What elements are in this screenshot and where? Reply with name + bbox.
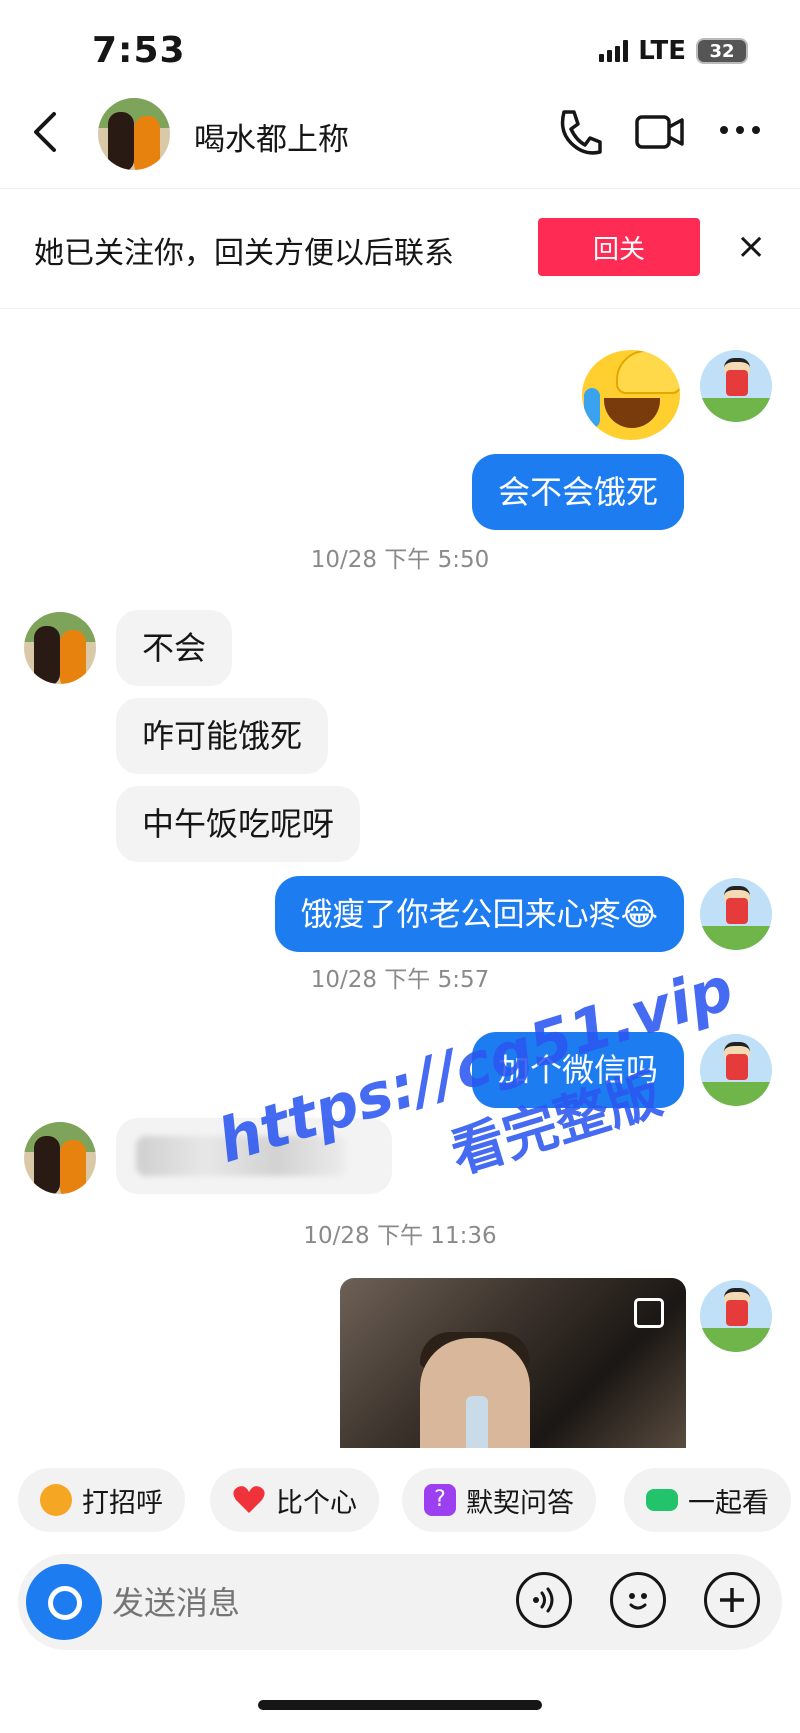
more-options-icon[interactable] bbox=[718, 124, 762, 136]
contact-name[interactable]: 喝水都上称 bbox=[194, 114, 349, 159]
my-avatar[interactable] bbox=[700, 878, 772, 950]
shared-video-thumbnail[interactable] bbox=[340, 1278, 686, 1448]
status-time: 7:53 bbox=[92, 30, 186, 71]
quick-action-label: 一起看 bbox=[688, 1487, 769, 1519]
heart-icon bbox=[233, 1486, 265, 1513]
sofa-icon bbox=[646, 1489, 678, 1511]
message-timestamp: 10/28 下午 5:50 bbox=[310, 547, 490, 573]
battery-icon: 32 bbox=[696, 38, 748, 64]
message-timestamp: 10/28 下午 11:36 bbox=[303, 1223, 497, 1249]
message-input[interactable] bbox=[110, 1578, 474, 1628]
smiley-icon bbox=[629, 1593, 647, 1610]
quick-action-label: 比个心 bbox=[276, 1487, 357, 1519]
quick-action-label: 默契问答 bbox=[466, 1487, 574, 1519]
question-icon: ? bbox=[424, 1484, 456, 1516]
message-bubble-incoming[interactable]: 不会 bbox=[116, 610, 233, 686]
more-actions-button[interactable] bbox=[704, 1572, 760, 1628]
camera-button[interactable] bbox=[26, 1564, 102, 1640]
message-bubble-incoming[interactable]: 中午饭吃呢呀 bbox=[116, 786, 361, 862]
voice-icon bbox=[533, 1587, 554, 1613]
contact-avatar[interactable] bbox=[24, 1122, 96, 1194]
message-bubble-incoming[interactable]: 咋可能饿死 bbox=[116, 698, 329, 774]
quick-action-quiz[interactable]: ? 默契问答 bbox=[402, 1468, 596, 1532]
network-label: LTE bbox=[638, 36, 686, 66]
quick-action-greet[interactable]: 打招呼 bbox=[18, 1468, 185, 1532]
contact-avatar[interactable] bbox=[24, 612, 96, 684]
follow-banner: 她已关注你，回关方便以后联系 回关 × bbox=[0, 188, 800, 309]
laughing-sticker[interactable] bbox=[582, 350, 680, 440]
my-avatar[interactable] bbox=[700, 1280, 772, 1352]
signal-icon bbox=[599, 40, 629, 62]
contact-avatar[interactable] bbox=[98, 98, 170, 170]
message-bubble-outgoing[interactable]: 会不会饿死 bbox=[471, 454, 684, 530]
follow-banner-text: 她已关注你，回关方便以后联系 bbox=[34, 236, 454, 271]
phone-icon[interactable] bbox=[554, 106, 602, 158]
quick-action-watch-together[interactable]: 一起看 bbox=[624, 1468, 791, 1532]
status-indicators: LTE 32 bbox=[599, 36, 748, 66]
chat-header: 喝水都上称 bbox=[0, 88, 800, 189]
video-call-icon[interactable] bbox=[634, 110, 686, 154]
plus-icon bbox=[720, 1588, 744, 1612]
message-bubble-outgoing[interactable]: 饿瘦了你老公回来心疼😂 bbox=[274, 876, 684, 952]
back-icon[interactable] bbox=[30, 110, 60, 154]
follow-back-button[interactable]: 回关 bbox=[538, 218, 700, 276]
quick-action-label: 打招呼 bbox=[82, 1487, 163, 1519]
emoji-button[interactable] bbox=[610, 1572, 666, 1628]
home-indicator[interactable] bbox=[258, 1700, 542, 1710]
wave-hand-icon bbox=[40, 1484, 72, 1516]
multi-image-icon bbox=[634, 1298, 664, 1328]
message-input-bar bbox=[18, 1554, 782, 1650]
quick-action-heart[interactable]: 比个心 bbox=[210, 1468, 379, 1532]
voice-message-button[interactable] bbox=[516, 1572, 572, 1628]
my-avatar[interactable] bbox=[700, 350, 772, 422]
camera-icon bbox=[48, 1586, 82, 1620]
close-icon[interactable]: × bbox=[736, 226, 766, 267]
